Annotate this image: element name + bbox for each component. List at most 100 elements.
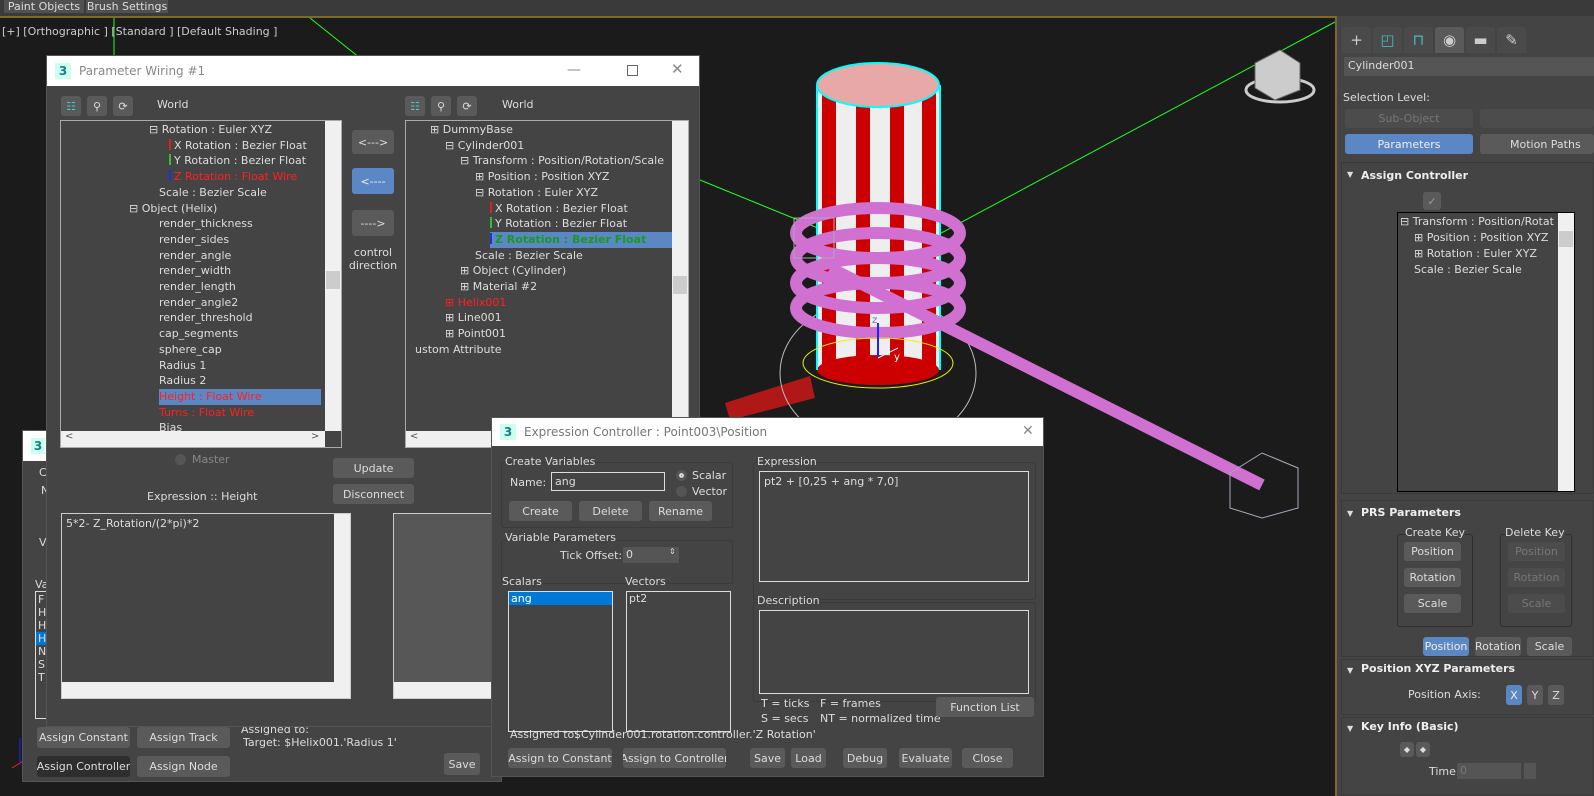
delete-key-scale-button[interactable]: Scale: [1508, 594, 1565, 613]
expand-icon[interactable]: ⊞: [460, 264, 473, 277]
vertical-scrollbar[interactable]: [672, 121, 688, 431]
viewcube[interactable]: [1244, 49, 1316, 104]
save-button[interactable]: Save: [750, 748, 785, 768]
axis-y-button[interactable]: Y: [1527, 685, 1543, 705]
tab-paint-objects[interactable]: Paint Objects: [4, 0, 84, 13]
master-radio[interactable]: [175, 454, 186, 465]
tree-item[interactable]: X Rotation : Bezier Float: [490, 201, 628, 217]
variable-name-input[interactable]: ang: [551, 472, 665, 491]
mode-rotation-button[interactable]: Rotation: [1475, 637, 1521, 656]
create-key-rotation-button[interactable]: Rotation: [1404, 568, 1461, 587]
hierarchy-icon[interactable]: ⊓: [1404, 27, 1433, 53]
expand-icon[interactable]: ⊞: [445, 296, 458, 309]
evaluate-button[interactable]: Evaluate: [899, 748, 952, 768]
tree-item[interactable]: X Rotation : Bezier Float: [169, 138, 307, 154]
tree-item[interactable]: Y Rotation : Bezier Float: [490, 216, 627, 232]
expand-icon[interactable]: ⊞: [1414, 247, 1427, 260]
display-icon[interactable]: ▬: [1466, 27, 1495, 53]
expand-icon[interactable]: ⊞: [430, 123, 443, 136]
rollout-title[interactable]: PRS Parameters: [1361, 506, 1461, 519]
tree-item[interactable]: cap_segments: [159, 326, 238, 342]
delete-key-position-button[interactable]: Position: [1508, 542, 1565, 561]
assign-to-controller-button[interactable]: Assign to Controller: [623, 748, 726, 768]
tree-item[interactable]: ⊟ Cylinder001: [445, 138, 524, 154]
object-name-field[interactable]: Cylinder001: [1344, 57, 1594, 76]
tree-item[interactable]: ⊟ Object (Helix): [129, 201, 217, 217]
tree-item[interactable]: ⊟ Transform : Position/Rotation/Scale: [460, 153, 664, 169]
tree-item[interactable]: render_angle: [159, 248, 231, 264]
maximize-icon[interactable]: [627, 65, 638, 76]
create-key-scale-button[interactable]: Scale: [1404, 594, 1461, 613]
tick-offset-spinner[interactable]: 0 ⇕: [623, 547, 679, 563]
vector-radio[interactable]: [676, 486, 687, 497]
utilities-icon[interactable]: ✎: [1497, 27, 1526, 53]
tree-item[interactable]: render_length: [159, 279, 236, 295]
tree-item[interactable]: render_width: [159, 263, 231, 279]
tree-item[interactable]: sphere_cap: [159, 342, 222, 358]
tree-item[interactable]: render_thickness: [159, 216, 253, 232]
vertical-scrollbar[interactable]: [334, 514, 350, 682]
create-button[interactable]: Create: [509, 501, 572, 521]
close-icon[interactable]: ✕: [1022, 423, 1034, 439]
tree-item[interactable]: ⊟ Rotation : Euler XYZ: [475, 185, 598, 201]
mode-position-button[interactable]: Position: [1423, 637, 1469, 656]
collapse-icon[interactable]: ▼: [1347, 170, 1353, 179]
list-item[interactable]: T: [36, 671, 45, 684]
modify-icon[interactable]: ◰: [1373, 27, 1402, 53]
close-icon[interactable]: ✕: [671, 60, 684, 78]
vertical-scrollbar[interactable]: [325, 121, 341, 431]
assign-track-button[interactable]: Assign Track: [137, 727, 230, 748]
horizontal-scrollbar[interactable]: [62, 682, 350, 698]
left-direction-button[interactable]: <----: [352, 168, 394, 194]
horizontal-scrollbar[interactable]: < >: [61, 431, 325, 447]
collapse-icon[interactable]: ⊟: [149, 123, 162, 136]
find-icon[interactable]: ⚲: [87, 96, 107, 116]
list-item[interactable]: ang: [509, 592, 612, 605]
vertical-scrollbar[interactable]: [1558, 213, 1574, 491]
minimize-icon[interactable]: —: [567, 62, 581, 78]
delete-button[interactable]: Delete: [579, 501, 642, 521]
tree-item[interactable]: ⊟ Transform : Position/Rotat: [1400, 214, 1554, 230]
collapse-icon[interactable]: ▼: [1347, 509, 1353, 518]
expand-icon[interactable]: ⊞: [460, 280, 473, 293]
rollout-title[interactable]: Position XYZ Parameters: [1361, 662, 1515, 675]
expand-icon[interactable]: ⊞: [445, 327, 458, 340]
tree-item[interactable]: render_sides: [159, 232, 229, 248]
sub-object-button[interactable]: Sub-Object: [1345, 109, 1473, 128]
axis-x-button[interactable]: X: [1506, 685, 1522, 705]
assign-constant-button[interactable]: Assign Constant: [37, 727, 130, 748]
list-item[interactable]: pt2: [629, 592, 647, 605]
expand-icon[interactable]: ⊞: [445, 311, 458, 324]
collapse-icon[interactable]: ⊟: [129, 202, 142, 215]
tree-item[interactable]: Height : Float Wire: [159, 388, 322, 405]
tree-item[interactable]: render_angle2: [159, 295, 238, 311]
viewport-label[interactable]: [+] [Orthographic ] [Standard ] [Default…: [2, 25, 277, 38]
description-textarea[interactable]: [759, 610, 1029, 694]
right-direction-button[interactable]: ---->: [352, 210, 394, 236]
title-bar[interactable]: 3 Expression Controller : Point003\Posit…: [492, 418, 1043, 446]
two-way-button[interactable]: <--->: [352, 130, 394, 154]
collapse-icon[interactable]: ⊟: [445, 139, 458, 152]
motion-paths-button[interactable]: Motion Paths: [1480, 134, 1594, 154]
close-button[interactable]: Close: [962, 748, 1013, 768]
assign-controller-icon[interactable]: ✓: [1423, 192, 1441, 210]
right-parameter-tree[interactable]: ⊞ DummyBase ⊟ Cylinder001 ⊟ Transform : Po…: [405, 120, 689, 448]
refresh-icon[interactable]: ⟳: [113, 96, 133, 116]
tree-item[interactable]: Scale : Bezier Scale: [1414, 262, 1522, 278]
time-spinner[interactable]: 0: [1457, 763, 1521, 779]
tree-item[interactable]: ⊞ Object (Cylinder): [460, 263, 566, 279]
tree-item[interactable]: ⊞ Material #2: [460, 279, 537, 295]
find-icon[interactable]: ⚲: [431, 96, 451, 116]
tree-item[interactable]: ⊞ Position : Position XYZ: [475, 169, 609, 185]
next-key-icon[interactable]: ◆: [1416, 742, 1430, 757]
rollout-title[interactable]: Assign Controller: [1361, 169, 1468, 182]
assign-to-constant-button[interactable]: Assign to Constant: [508, 748, 612, 768]
tree-item[interactable]: ⊞ Rotation : Euler XYZ: [1414, 246, 1537, 262]
create-key-position-button[interactable]: Position: [1404, 542, 1461, 561]
tree-item[interactable]: ⊟ Rotation : Euler XYZ: [149, 122, 272, 138]
left-parameter-tree[interactable]: ⊟ Rotation : Euler XYZ X Rotation : Bezie…: [60, 120, 342, 448]
debug-button[interactable]: Debug: [843, 748, 887, 768]
previous-key-icon[interactable]: ◆: [1400, 742, 1414, 757]
expand-icon[interactable]: ⊞: [475, 170, 488, 183]
tree-item[interactable]: Radius 1: [159, 358, 206, 374]
